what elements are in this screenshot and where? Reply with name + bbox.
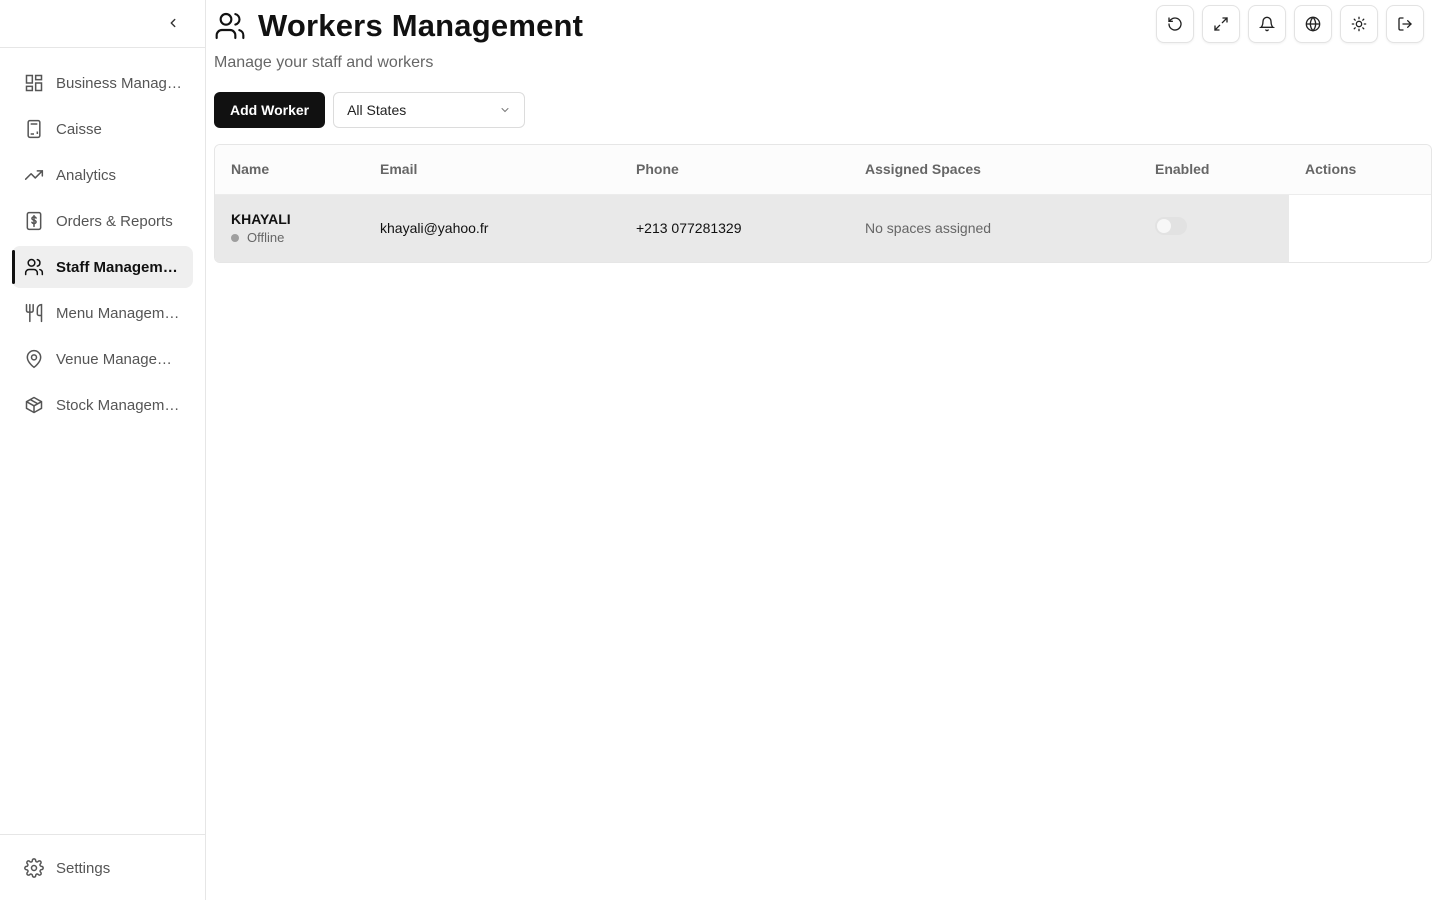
sidebar-item-stock-management[interactable]: Stock Management — [12, 384, 193, 426]
add-worker-button[interactable]: Add Worker — [214, 92, 326, 128]
sidebar-item-label: Analytics — [56, 166, 117, 184]
sidebar-item-venue-management[interactable]: Venue Management — [12, 338, 193, 380]
logout-icon — [1398, 17, 1412, 31]
refresh-icon — [1168, 17, 1182, 31]
trending-up-icon — [24, 165, 44, 185]
sidebar-item-label: Staff Management — [56, 258, 182, 276]
sidebar-item-label: Stock Management — [56, 396, 182, 414]
bell-icon — [1259, 16, 1275, 32]
main-content: Workers Management Manage your staff and… — [206, 0, 1440, 900]
column-header-name[interactable]: Name — [215, 145, 364, 195]
sidebar-item-label: Venue Management — [56, 350, 182, 368]
cell-phone: +213 077281329 — [620, 194, 849, 262]
column-header-phone[interactable]: Phone — [620, 145, 849, 195]
sidebar-item-label: Settings — [56, 859, 111, 877]
theme-toggle-button[interactable] — [1340, 5, 1378, 43]
state-filter-select[interactable]: All States — [333, 92, 526, 128]
map-pin-icon — [24, 349, 44, 369]
collapse-sidebar-button[interactable] — [162, 12, 184, 34]
logout-button[interactable] — [1386, 5, 1424, 43]
sidebar-item-label: Menu Management — [56, 304, 182, 322]
cell-name: KHAYALI Offline — [215, 194, 364, 262]
table-row[interactable]: KHAYALI Offline khayali@yahoo.fr +213 07… — [215, 194, 1431, 262]
receipt-dollar-icon — [24, 211, 44, 231]
globe-icon — [1305, 16, 1321, 32]
calculator-icon — [24, 119, 44, 139]
cell-enabled — [1139, 194, 1289, 262]
users-icon — [24, 257, 44, 277]
cell-email: khayali@yahoo.fr — [364, 194, 620, 262]
fullscreen-button[interactable] — [1202, 5, 1240, 43]
status-label: Offline — [247, 230, 285, 246]
column-header-actions: Actions — [1289, 145, 1431, 195]
users-icon — [215, 12, 245, 40]
sidebar-nav: Business Management Caisse Analytics Ord… — [0, 48, 205, 426]
sidebar-footer: Settings — [0, 834, 205, 900]
sidebar-item-settings[interactable]: Settings — [12, 847, 193, 889]
enabled-toggle[interactable] — [1155, 217, 1187, 236]
sidebar-item-business-management[interactable]: Business Management — [12, 62, 193, 104]
column-header-email[interactable]: Email — [364, 145, 620, 195]
workers-table: Name Email Phone Assigned Spaces Enabled… — [214, 144, 1432, 263]
page-title: Workers Management — [258, 8, 584, 43]
toolbar: Add Worker All States — [214, 92, 526, 128]
table-header-row: Name Email Phone Assigned Spaces Enabled… — [215, 145, 1431, 195]
refresh-button[interactable] — [1156, 5, 1194, 43]
worker-name: KHAYALI — [231, 211, 291, 228]
sidebar-item-staff-management[interactable]: Staff Management — [12, 246, 193, 288]
top-actions — [1156, 5, 1424, 43]
worker-status: Offline — [231, 230, 364, 245]
language-button[interactable] — [1294, 5, 1332, 43]
sidebar-header — [0, 0, 205, 48]
notifications-button[interactable] — [1248, 5, 1286, 43]
cell-assigned-spaces: No spaces assigned — [849, 194, 1139, 262]
sidebar-item-label: Business Management — [56, 74, 182, 92]
sidebar-item-analytics[interactable]: Analytics — [12, 154, 193, 196]
gear-icon — [24, 858, 44, 878]
expand-icon — [1214, 17, 1228, 31]
sidebar-item-menu-management[interactable]: Menu Management — [12, 292, 193, 334]
sidebar-item-label: Orders & Reports — [56, 212, 173, 230]
cell-actions — [1289, 194, 1431, 262]
sidebar: Business Management Caisse Analytics Ord… — [0, 0, 206, 900]
dashboard-icon — [24, 73, 44, 93]
column-header-enabled[interactable]: Enabled — [1139, 145, 1289, 195]
page-header: Workers Management — [214, 8, 583, 44]
chevron-down-icon — [501, 108, 509, 113]
sidebar-item-caisse[interactable]: Caisse — [12, 108, 193, 150]
package-icon — [24, 395, 44, 415]
column-header-assigned-spaces[interactable]: Assigned Spaces — [849, 145, 1139, 195]
state-filter-value: All States — [347, 102, 407, 118]
utensils-icon — [24, 303, 44, 323]
sun-icon — [1351, 16, 1367, 32]
chevron-left-icon — [170, 18, 176, 28]
sidebar-item-orders-reports[interactable]: Orders & Reports — [12, 200, 193, 242]
page-subtitle: Manage your staff and workers — [214, 54, 434, 71]
sidebar-item-label: Caisse — [56, 120, 102, 138]
status-dot — [231, 233, 239, 242]
